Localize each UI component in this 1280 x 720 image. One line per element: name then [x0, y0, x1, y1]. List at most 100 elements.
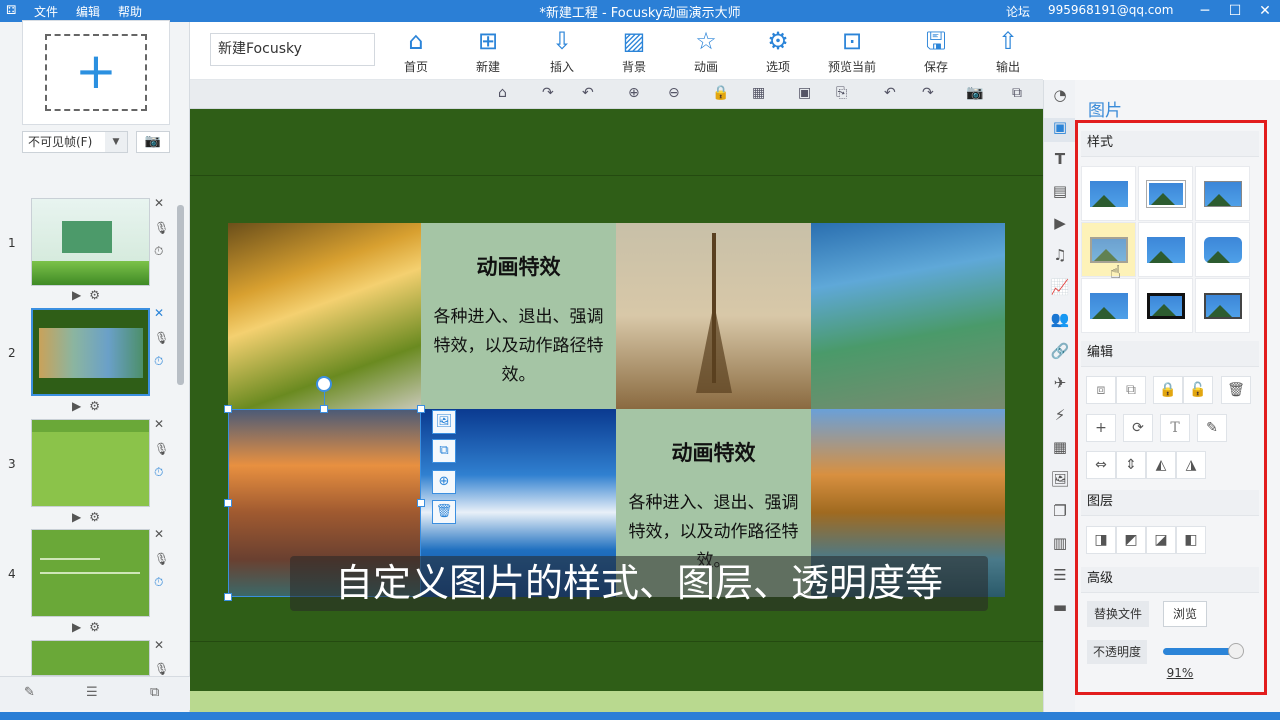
timer-icon[interactable]: ⏱ [154, 465, 163, 480]
highlight-frame [1075, 120, 1267, 695]
duplicate-icon[interactable]: ⧉ [432, 439, 456, 463]
zoom-in-icon[interactable]: ⊕ [628, 85, 640, 101]
camera-icon[interactable]: 📷 [136, 131, 170, 153]
resize-handle[interactable] [320, 405, 328, 413]
screenshot-icon[interactable]: 📷 [966, 85, 983, 101]
resize-handle[interactable] [417, 499, 425, 507]
toolbar-animation-button[interactable]: ☆ 动画 [674, 24, 738, 75]
slide-thumbnail-1[interactable] [31, 198, 150, 286]
shape-icon[interactable]: ◔ [1044, 86, 1076, 104]
archive-icon[interactable]: ▬ [1044, 598, 1076, 616]
zoom-out-icon[interactable]: ⊖ [668, 85, 680, 101]
home-icon: ⌂ [408, 27, 424, 55]
microphone-icon[interactable]: 🎙 [154, 552, 169, 566]
slide-thumbnail-2[interactable] [31, 308, 150, 396]
resize-handle[interactable] [224, 405, 232, 413]
slide-thumbnail-4[interactable] [31, 529, 150, 617]
timer-icon[interactable]: ⏱ [154, 575, 163, 590]
trash-icon[interactable]: 🗑 [432, 500, 456, 524]
window-icon[interactable]: ⧉ [1012, 85, 1022, 101]
table-icon[interactable]: ▦ [1044, 438, 1076, 456]
tile-text: 各种进入、退出、强调特效，以及动作路径特效。 [433, 307, 604, 385]
link-icon[interactable]: 🔗 [1044, 342, 1076, 360]
timer-icon[interactable]: ⏱ [154, 354, 163, 369]
slide-number: 3 [8, 457, 16, 471]
image-icon[interactable]: ▣ [1044, 118, 1076, 142]
toolbar-new-button[interactable]: ⊞ 新建 [456, 24, 520, 75]
toolbar-preview-button[interactable]: ⊡ 预览当前 [820, 24, 884, 75]
slide-play-settings[interactable]: ▶⚙ [72, 288, 108, 302]
layout-icon[interactable]: ▤ [1044, 182, 1076, 200]
microphone-icon[interactable]: 🎙 [154, 221, 169, 235]
undo-icon[interactable]: ↶ [884, 85, 896, 101]
pages-icon[interactable]: ❐ [1044, 502, 1076, 520]
people-icon[interactable]: 👥 [1044, 310, 1076, 328]
minimize-icon[interactable]: ─ [1190, 0, 1220, 22]
export-icon: ⇧ [997, 27, 1019, 55]
grid-icon[interactable]: ▦ [752, 85, 765, 101]
project-name-input[interactable]: 新建Focusky [210, 33, 375, 66]
delete-slide-icon[interactable]: ✕ [154, 527, 164, 541]
paste-icon[interactable]: ⎘ [836, 85, 847, 101]
plane-icon[interactable]: ✈ [1044, 374, 1076, 392]
resize-handle[interactable] [417, 405, 425, 413]
microphone-icon[interactable]: 🎙 [154, 331, 169, 345]
copy-icon[interactable]: ▣ [798, 85, 811, 101]
video-icon[interactable]: ▶ [1044, 214, 1076, 232]
delete-slide-icon[interactable]: ✕ [154, 306, 164, 320]
notes-icon[interactable]: ☰ [86, 685, 98, 700]
toolbar-save-button[interactable]: 🖫 保存 [904, 24, 968, 75]
toolbar-insert-button[interactable]: ⇩ 插入 [530, 24, 594, 75]
template-icon[interactable]: ▥ [1044, 534, 1076, 552]
slide-thumbnail-5[interactable] [31, 640, 150, 676]
slide-thumbnail-3[interactable] [31, 419, 150, 507]
frame-visibility-value: 不可见帧(F) [28, 135, 93, 149]
microphone-icon[interactable]: 🎙 [154, 662, 169, 676]
flash-icon[interactable]: ⚡ [1044, 406, 1076, 424]
music-icon[interactable]: ♫ [1044, 246, 1076, 264]
slide-play-settings[interactable]: ▶⚙ [72, 399, 108, 413]
toolbar-options-button[interactable]: ⚙ 选项 [746, 24, 810, 75]
redo-icon[interactable]: ↷ [922, 85, 934, 101]
slide-list-scrollbar[interactable] [177, 205, 184, 385]
forum-link[interactable]: 论坛 [1006, 3, 1030, 20]
timer-icon[interactable]: ⏱ [154, 244, 163, 259]
photo-eiffel-tower[interactable] [616, 223, 811, 409]
timeline-strip[interactable] [190, 691, 1043, 712]
redo-rotate-icon[interactable]: ↷ [542, 85, 554, 101]
layers-icon[interactable]: ☰ [1044, 566, 1076, 584]
toolbar-export-button[interactable]: ⇧ 输出 [976, 24, 1040, 75]
lock-icon[interactable]: 🔒 [712, 85, 729, 101]
photo-mountain-coast[interactable] [811, 223, 1005, 409]
delete-slide-icon[interactable]: ✕ [154, 196, 164, 210]
frame-visibility-select[interactable]: 不可见帧(F) ▼ [22, 131, 128, 153]
account-link[interactable]: 995968191@qq.com [1048, 3, 1173, 17]
background-icon: ▨ [622, 27, 646, 55]
close-icon[interactable]: ✕ [1250, 0, 1280, 22]
delete-slide-icon[interactable]: ✕ [154, 417, 164, 431]
gallery-icon[interactable]: 🖼 [1044, 470, 1076, 488]
add-frame-button[interactable]: + [22, 20, 170, 125]
text-icon[interactable]: T [1044, 150, 1076, 168]
toolbar-home-button[interactable]: ⌂ 首页 [384, 24, 448, 75]
chevron-down-icon[interactable]: ▼ [105, 132, 127, 152]
rotate-handle-icon[interactable] [316, 376, 332, 392]
slide-play-settings[interactable]: ▶⚙ [72, 510, 108, 524]
toolbar-background-button[interactable]: ▨ 背景 [602, 24, 666, 75]
edit-note-icon[interactable]: ✎ [24, 685, 35, 700]
tile-heading: 动画特效 [671, 441, 756, 465]
delete-slide-icon[interactable]: ✕ [154, 638, 164, 652]
microphone-icon[interactable]: 🎙 [154, 442, 169, 456]
text-tile-1[interactable]: 动画特效 各种进入、退出、强调特效，以及动作路径特效。 [421, 223, 616, 409]
resize-handle[interactable] [224, 499, 232, 507]
add-effect-icon[interactable]: ⊕ [432, 470, 456, 494]
maximize-icon[interactable]: ☐ [1220, 0, 1250, 22]
slide-play-settings[interactable]: ▶⚙ [72, 620, 108, 634]
slide-number: 4 [8, 567, 16, 581]
resize-handle[interactable] [224, 593, 232, 601]
undo-rotate-icon[interactable]: ↶ [582, 85, 594, 101]
chart-icon[interactable]: 📈 [1044, 278, 1076, 296]
image-edit-icon[interactable]: 🖼 [432, 410, 456, 434]
home-view-icon[interactable]: ⌂ [498, 85, 507, 101]
group-icon[interactable]: ⧉ [150, 685, 159, 700]
